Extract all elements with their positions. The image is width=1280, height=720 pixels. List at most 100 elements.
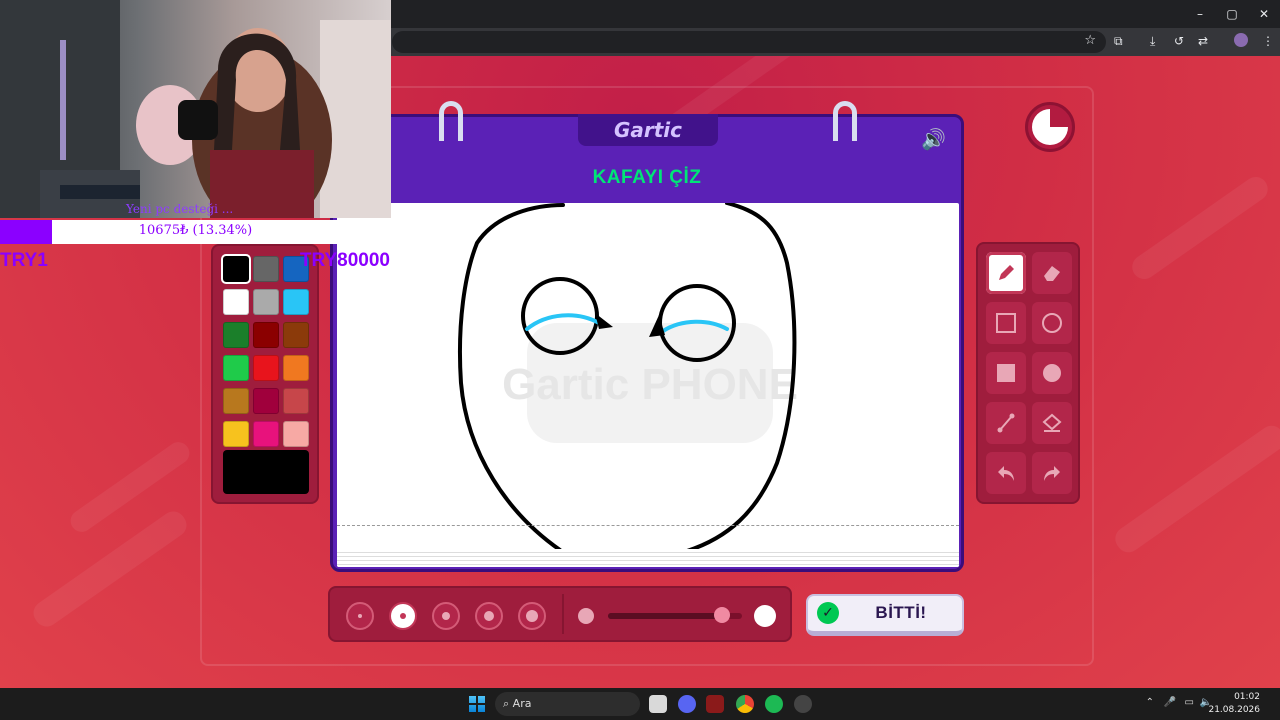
- rectangle-filled-icon: [997, 364, 1015, 382]
- brush-size-button[interactable]: [432, 602, 460, 630]
- color-palette: [211, 244, 319, 504]
- chrome-icon[interactable]: [736, 695, 754, 713]
- binder-ring-icon: [833, 101, 857, 141]
- color-swatch[interactable]: [223, 322, 249, 348]
- ellipse-filled-tool[interactable]: [1032, 352, 1072, 394]
- check-icon: ✓: [817, 602, 839, 624]
- discord-icon[interactable]: [678, 695, 696, 713]
- chevron-up-icon[interactable]: ⌃: [1146, 697, 1154, 708]
- color-swatch[interactable]: [223, 388, 249, 414]
- line-icon: [997, 413, 1015, 433]
- canvas-guide-line: [337, 525, 959, 526]
- background-streak: [1127, 172, 1273, 284]
- brush-settings: [328, 586, 792, 642]
- background-streak: [1110, 420, 1280, 558]
- app-icon[interactable]: [706, 695, 724, 713]
- spotify-icon[interactable]: [765, 695, 783, 713]
- brush-size-dot: [400, 613, 406, 619]
- color-swatch[interactable]: [253, 421, 279, 447]
- divider: [562, 594, 564, 634]
- pencil-tool[interactable]: [986, 252, 1026, 294]
- color-swatch[interactable]: [253, 322, 279, 348]
- color-swatch[interactable]: [223, 421, 249, 447]
- close-window-button[interactable]: ✕: [1248, 0, 1280, 28]
- color-swatch[interactable]: [283, 421, 309, 447]
- maximize-button[interactable]: ▢: [1216, 0, 1248, 28]
- speaker-icon[interactable]: 🔊: [921, 127, 951, 151]
- file-explorer-icon[interactable]: [649, 695, 667, 713]
- profile-avatar-icon[interactable]: [1234, 33, 1248, 47]
- ellipse-outline-tool[interactable]: [1032, 302, 1072, 344]
- line-tool[interactable]: [986, 402, 1026, 444]
- binder-ring-icon: [439, 101, 463, 141]
- opacity-max-icon: [754, 605, 776, 627]
- microphone-icon[interactable]: 🎤: [1164, 697, 1176, 708]
- bookmark-star-icon[interactable]: ☆: [1084, 33, 1096, 48]
- brush-size-button[interactable]: [346, 602, 374, 630]
- translate-icon[interactable]: ⇄: [1198, 34, 1208, 48]
- redo-tool[interactable]: [1032, 452, 1072, 494]
- window-controls: – ▢ ✕: [1184, 0, 1280, 28]
- timer-clock-icon: [1032, 109, 1068, 145]
- done-button[interactable]: ✓ BİTTİ!: [806, 594, 964, 636]
- taskbar-clock[interactable]: 01:02 21.08.2026: [1208, 691, 1260, 717]
- color-swatch[interactable]: [223, 355, 249, 381]
- webcam-image: [0, 0, 391, 218]
- start-button[interactable]: [469, 696, 485, 712]
- extensions-icon[interactable]: ⧉: [1114, 34, 1123, 49]
- opacity-slider-fill: [608, 613, 722, 619]
- opacity-min-icon: [578, 608, 594, 624]
- color-swatch[interactable]: [283, 322, 309, 348]
- opacity-slider-handle[interactable]: [713, 607, 730, 623]
- menu-icon[interactable]: ⋮: [1262, 34, 1274, 48]
- pencil-icon: [999, 265, 1014, 280]
- download-icon[interactable]: ⤓: [1150, 34, 1155, 49]
- stream-message: Yeni pc desteği ...: [126, 202, 234, 216]
- undo-tool[interactable]: [986, 452, 1026, 494]
- color-swatch[interactable]: [221, 254, 251, 284]
- brush-size-dot: [358, 614, 362, 618]
- goal-end-label: TRY80000: [299, 250, 390, 271]
- brush-size-dot: [442, 612, 450, 620]
- brush-size-button[interactable]: [518, 602, 546, 630]
- drawing-frame: Gartic 🔊 KAFAYI ÇİZ Gartic PHONE: [330, 101, 964, 572]
- current-color-preview: [223, 450, 309, 494]
- address-bar[interactable]: ☆: [392, 31, 1106, 53]
- brush-size-button[interactable]: [389, 602, 417, 630]
- clock-time: 01:02: [1234, 692, 1260, 702]
- watermark-text: Gartic PHONE: [502, 360, 798, 409]
- webcam-feed: Yeni pc desteği ...: [0, 0, 391, 218]
- color-swatch[interactable]: [253, 256, 279, 282]
- rectangle-filled-tool[interactable]: [986, 352, 1026, 394]
- windows-taskbar: ⌕ Ara ⌃ 🎤 ▭ 🔈 01:02 21.08.2026: [0, 688, 1280, 720]
- brush-size-button[interactable]: [475, 602, 503, 630]
- color-swatch[interactable]: [253, 289, 279, 315]
- donation-goal-text: 10675₺ (13.34%): [138, 223, 253, 238]
- goal-start-label: TRY1: [0, 250, 48, 271]
- obs-icon[interactable]: [794, 695, 812, 713]
- color-swatch[interactable]: [283, 388, 309, 414]
- color-swatch[interactable]: [253, 388, 279, 414]
- color-swatch[interactable]: [223, 289, 249, 315]
- brush-size-dot: [526, 610, 538, 622]
- clock-date: 21.08.2026: [1208, 705, 1260, 715]
- ellipse-outline-icon: [1042, 313, 1062, 333]
- brush-size-dot: [484, 611, 494, 621]
- taskbar-search-placeholder: Ara: [512, 697, 532, 710]
- history-icon[interactable]: ↺: [1174, 34, 1184, 48]
- tool-panel: [976, 242, 1080, 504]
- color-swatch[interactable]: [283, 289, 309, 315]
- rectangle-outline-icon: [996, 313, 1016, 333]
- redo-icon: [1044, 466, 1060, 481]
- rectangle-outline-tool[interactable]: [986, 302, 1026, 344]
- minimize-button[interactable]: –: [1184, 0, 1216, 28]
- taskbar-search[interactable]: ⌕ Ara: [495, 692, 640, 716]
- color-swatch[interactable]: [283, 355, 309, 381]
- drawing-canvas[interactable]: Gartic PHONE: [337, 203, 959, 567]
- paper-edge: [337, 549, 959, 567]
- bucket-fill-tool[interactable]: [1032, 402, 1072, 444]
- network-icon[interactable]: ▭: [1185, 697, 1194, 708]
- color-swatch[interactable]: [253, 355, 279, 381]
- eraser-tool[interactable]: [1032, 252, 1072, 294]
- bucket-fill-icon: [1042, 413, 1062, 432]
